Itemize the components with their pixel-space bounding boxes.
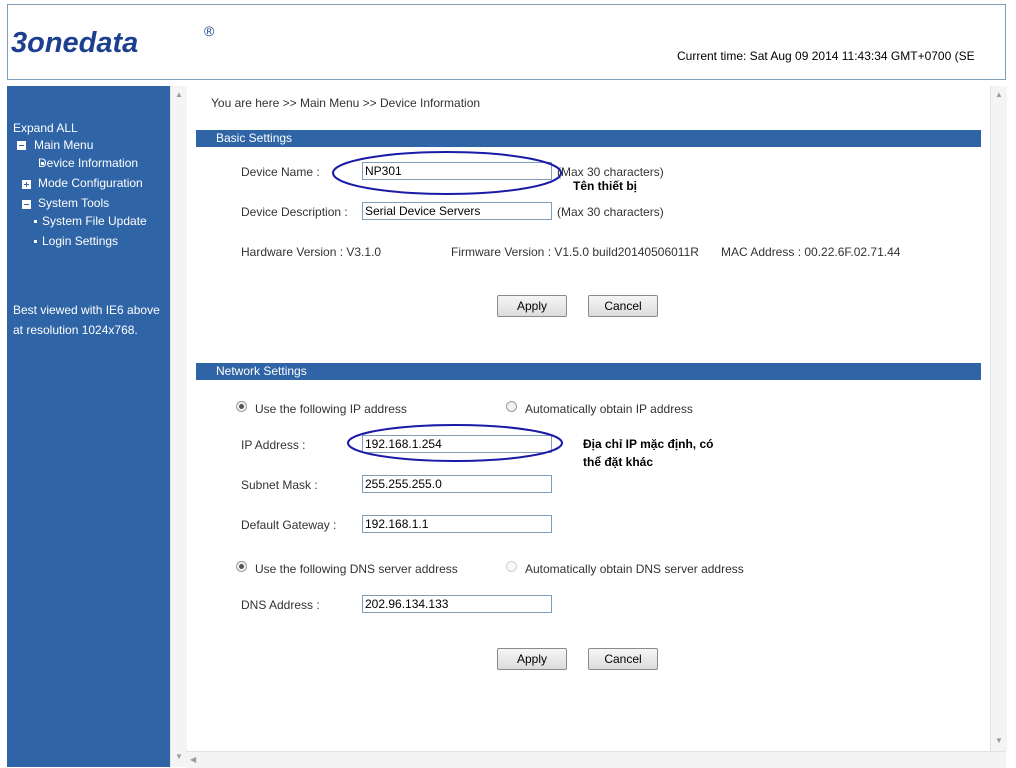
header: 3onedata ® Current time: Sat Aug 09 2014… <box>7 4 1006 80</box>
sidebar-item-mode-configuration[interactable]: Mode Configuration <box>38 176 143 190</box>
sidebar-item-system-tools[interactable]: System Tools <box>38 196 109 210</box>
sidebar-item-main-menu[interactable]: Main Menu <box>34 138 93 152</box>
content-horizontal-scrollbar[interactable]: ◀ <box>186 751 1006 768</box>
use-ip-radio[interactable] <box>236 401 247 412</box>
sidebar: Expand ALL Main Menu Device Information … <box>7 86 170 767</box>
sidebar-item-system-file-update[interactable]: System File Update <box>42 214 147 228</box>
device-name-circle <box>332 151 562 195</box>
auto-ip-label: Automatically obtain IP address <box>525 402 693 416</box>
device-description-label: Device Description : <box>241 205 348 219</box>
current-time: Current time: Sat Aug 09 2014 11:43:34 G… <box>677 49 975 63</box>
content-vertical-scrollbar[interactable]: ▲ ▼ <box>990 86 1007 751</box>
bullet-icon <box>34 240 37 243</box>
ip-address-circle <box>347 424 563 462</box>
subnet-mask-label: Subnet Mask : <box>241 478 318 492</box>
device-name-hint: (Max 30 characters) <box>557 165 664 179</box>
auto-dns-label: Automatically obtain DNS server address <box>525 562 744 576</box>
dns-address-label: DNS Address : <box>241 598 320 612</box>
network-settings-header: Network Settings <box>196 363 981 380</box>
subnet-mask-input[interactable] <box>362 475 552 493</box>
scroll-left-icon[interactable]: ◀ <box>190 755 196 764</box>
breadcrumb: You are here >> Main Menu >> Device Info… <box>211 96 481 110</box>
network-apply-button[interactable]: Apply <box>497 648 567 670</box>
device-name-label: Device Name : <box>241 165 320 179</box>
browser-note: Best viewed with IE6 above <box>13 303 160 317</box>
sidebar-item-login-settings[interactable]: Login Settings <box>42 234 118 248</box>
use-ip-label: Use the following IP address <box>255 402 407 416</box>
default-gateway-label: Default Gateway : <box>241 518 337 532</box>
default-gateway-input[interactable] <box>362 515 552 533</box>
mac-address: MAC Address : 00.22.6F.02.71.44 <box>721 245 901 259</box>
expand-all-link[interactable]: Expand ALL <box>13 121 78 135</box>
scroll-down-icon[interactable]: ▼ <box>175 752 183 761</box>
network-cancel-button[interactable]: Cancel <box>588 648 658 670</box>
hardware-version: Hardware Version : V3.1.0 <box>241 245 382 259</box>
registered-mark: ® <box>204 23 215 39</box>
ip-annotation-line2: thể đặt khác <box>583 455 654 469</box>
use-dns-radio[interactable] <box>236 561 247 572</box>
basic-apply-button[interactable]: Apply <box>497 295 567 317</box>
logo: 3onedata <box>11 27 139 59</box>
basic-cancel-button[interactable]: Cancel <box>588 295 658 317</box>
use-dns-label: Use the following DNS server address <box>255 562 458 576</box>
bullet-icon <box>34 220 37 223</box>
basic-settings-header: Basic Settings <box>196 130 981 147</box>
sidebar-item-device-information[interactable]: Device Information <box>38 156 138 170</box>
device-description-input[interactable] <box>362 202 552 220</box>
expand-icon[interactable] <box>22 180 31 189</box>
scroll-up-icon[interactable]: ▲ <box>995 90 1003 99</box>
ip-address-label: IP Address : <box>241 438 306 452</box>
firmware-version: Firmware Version : V1.5.0 build201405060… <box>451 245 699 259</box>
scroll-down-icon[interactable]: ▼ <box>995 736 1003 745</box>
ip-annotation-line1: Địa chỉ IP mặc định, có <box>583 437 714 451</box>
collapse-icon[interactable] <box>22 200 31 209</box>
sidebar-scrollbar[interactable]: ▲ ▼ <box>170 86 187 767</box>
scroll-up-icon[interactable]: ▲ <box>175 90 183 99</box>
auto-ip-radio[interactable] <box>506 401 517 412</box>
device-description-hint: (Max 30 characters) <box>557 205 664 219</box>
auto-dns-radio[interactable] <box>506 561 517 572</box>
resolution-note: at resolution 1024x768. <box>13 323 138 337</box>
dns-address-input[interactable] <box>362 595 552 613</box>
device-name-annotation: Tên thiết bị <box>573 179 637 193</box>
collapse-icon[interactable] <box>17 141 26 150</box>
